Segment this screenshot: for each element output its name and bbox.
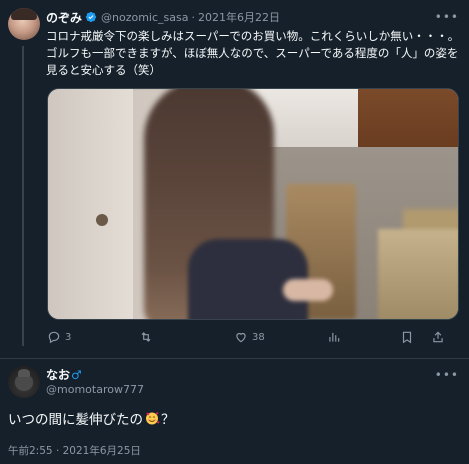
thread-line [22, 46, 24, 346]
reply-count: 3 [65, 331, 72, 343]
reply-icon [48, 331, 60, 344]
separator: · [191, 10, 195, 24]
bookmark-button[interactable] [400, 330, 414, 344]
reply-separator: · [55, 445, 60, 457]
reply-timestamp[interactable]: 午前2:55 · 2021年6月25日 [8, 443, 141, 458]
tweet-photo[interactable] [47, 88, 459, 320]
reply-date: 2021年6月25日 [62, 445, 141, 457]
reply-button[interactable]: 3 [47, 330, 71, 344]
verified-badge-icon [85, 11, 97, 23]
photo-cabinet [358, 89, 458, 149]
reply-handle[interactable]: @momotarow777 [46, 383, 144, 396]
photo-door-knob [96, 214, 108, 226]
retweet-icon [141, 332, 151, 342]
avatar[interactable] [8, 8, 40, 40]
share-button[interactable] [431, 330, 445, 344]
bookmark-icon [402, 331, 412, 344]
share-icon [433, 331, 443, 343]
photo-door [48, 89, 133, 319]
like-button[interactable]: 38 [234, 330, 265, 344]
male-symbol: ♂ [71, 367, 82, 382]
divider [0, 358, 469, 359]
tweet-header: のぞみ @nozomic_sasa · 2021年6月22日 [46, 8, 280, 26]
heart-icon [236, 332, 246, 343]
photo-shopping-bag [378, 229, 458, 319]
reply-display-name[interactable]: なお [46, 366, 70, 383]
display-name[interactable]: のぞみ [46, 9, 82, 26]
retweet-button[interactable] [139, 330, 157, 344]
photo-person-hand [283, 279, 333, 301]
views-button[interactable] [327, 330, 345, 344]
views-chart-icon [329, 332, 340, 342]
reply-text-main: いつの間に髪伸びたの [8, 412, 143, 428]
smiling-face-with-hearts-icon [146, 412, 160, 425]
tweet-text: コロナ戒厳令下の楽しみはスーパーでのお買い物。これくらいしか無い・・・。ゴルフも… [46, 29, 460, 77]
reply-avatar[interactable] [8, 366, 40, 398]
reply-text: いつの間に髪伸びたの ？ [8, 408, 175, 428]
more-dots-icon[interactable]: ••• [435, 10, 459, 24]
reply-time: 午前2:55 [8, 445, 53, 457]
tweet-actions: 3 38 [47, 330, 459, 348]
reply-header: なお ♂ [46, 366, 82, 383]
handle[interactable]: @nozomic_sasa [101, 11, 188, 24]
like-count: 38 [252, 331, 265, 343]
reply-text-suffix: ？ [161, 412, 175, 428]
reply-more-dots-icon[interactable]: ••• [435, 368, 459, 382]
tweet-date[interactable]: 2021年6月22日 [198, 9, 280, 25]
